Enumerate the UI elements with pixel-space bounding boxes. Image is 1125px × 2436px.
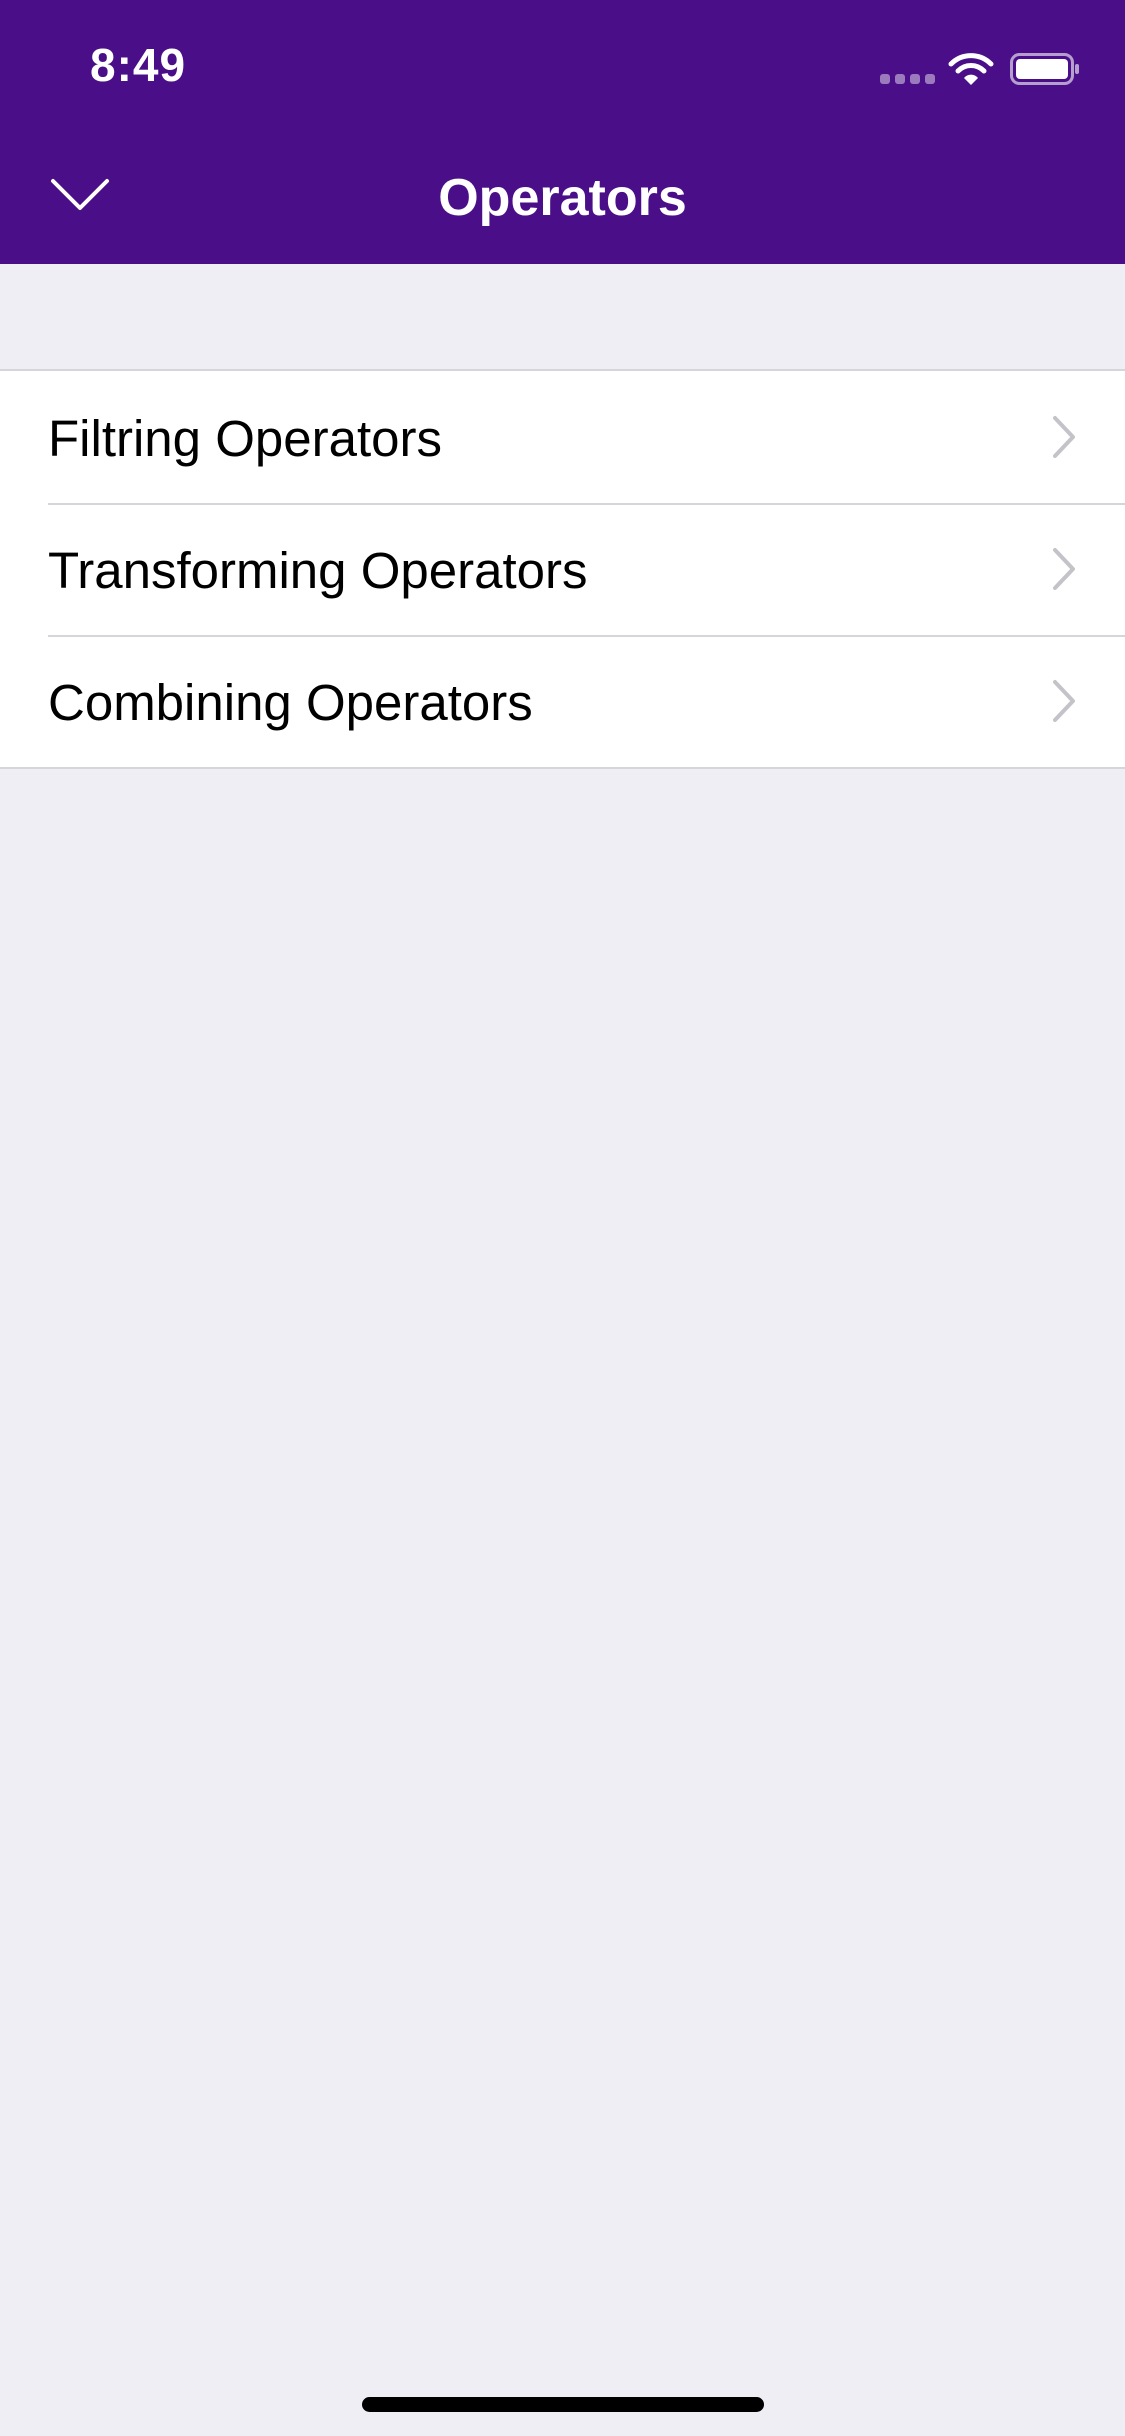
home-indicator[interactable] bbox=[362, 2397, 764, 2412]
chevron-right-icon bbox=[1053, 548, 1075, 590]
chevron-right-icon bbox=[1053, 680, 1075, 722]
list-item-combining-operators[interactable]: Combining Operators bbox=[0, 635, 1125, 767]
battery-icon bbox=[1010, 53, 1079, 85]
list-item-label: Transforming Operators bbox=[48, 542, 588, 599]
cellular-signal-icon bbox=[880, 74, 936, 84]
operators-list: Filtring Operators Transforming Operator… bbox=[0, 369, 1125, 769]
list-item-filtring-operators[interactable]: Filtring Operators bbox=[0, 371, 1125, 503]
page-title: Operators bbox=[438, 169, 687, 227]
wifi-icon bbox=[948, 53, 994, 85]
status-time: 8:49 bbox=[90, 39, 187, 91]
list-item-transforming-operators[interactable]: Transforming Operators bbox=[0, 503, 1125, 635]
list-item-label: Combining Operators bbox=[48, 674, 533, 731]
chevron-right-icon bbox=[1053, 416, 1075, 458]
list-item-label: Filtring Operators bbox=[48, 410, 442, 467]
app-header: 8:49 Operators bbox=[0, 0, 1125, 264]
